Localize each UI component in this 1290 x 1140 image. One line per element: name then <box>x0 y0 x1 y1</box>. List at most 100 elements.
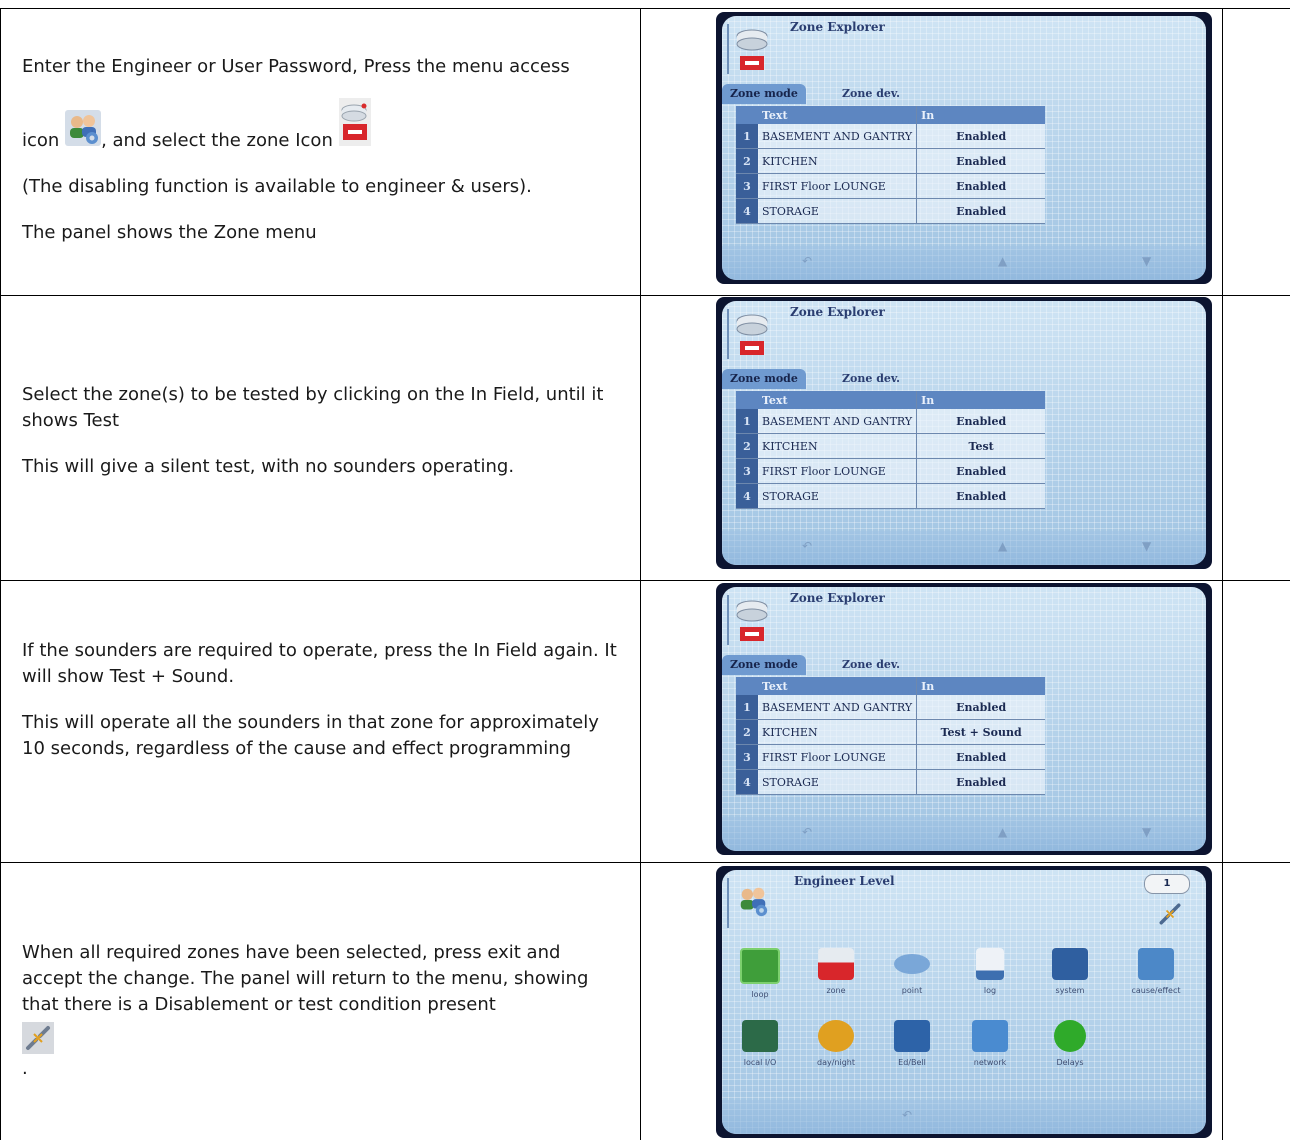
cause-effect-icon <box>1138 948 1174 980</box>
row-4-text: When all required zones have been select… <box>22 940 622 1079</box>
table-border-left <box>0 8 1 1140</box>
in-field[interactable]: Enabled <box>916 198 1046 224</box>
table-row[interactable]: 3 FIRST Floor LOUNGE Enabled <box>736 173 1046 199</box>
tab-zone-dev[interactable]: Zone dev. <box>834 84 908 104</box>
in-field[interactable]: Enabled <box>916 458 1046 484</box>
scroll-up-icon[interactable]: ▲ <box>998 825 1007 839</box>
zone-number: 4 <box>736 198 758 224</box>
in-field[interactable]: Enabled <box>916 409 1046 434</box>
column-header-in: In <box>916 106 1046 124</box>
in-field[interactable]: Enabled <box>916 173 1046 199</box>
menu-item-label: cause/effect <box>1131 986 1181 995</box>
menu-item-delays[interactable]: Delays <box>1040 1020 1100 1067</box>
table-row[interactable]: 1 BASEMENT AND GANTRY Enabled <box>736 409 1046 434</box>
back-icon[interactable]: ↶ <box>802 825 812 839</box>
zone-name: FIRST Floor LOUNGE <box>758 173 917 199</box>
log-icon <box>976 948 1004 980</box>
in-field[interactable]: Enabled <box>916 769 1046 795</box>
divider <box>727 309 729 359</box>
zone-table: Text In 1 BASEMENT AND GANTRY Enabled 2 KITC… <box>736 106 1046 224</box>
in-field[interactable]: Enabled <box>916 124 1046 149</box>
menu-item-log[interactable]: log <box>960 948 1020 995</box>
zone-number: 2 <box>736 433 758 459</box>
zone-name: KITCHEN <box>758 719 917 745</box>
paragraph: When all required zones have been select… <box>22 940 622 1018</box>
menu-item-local-io[interactable]: local I/O <box>730 1020 790 1067</box>
text: The panel shows the Zone menu <box>22 222 317 243</box>
row-1-text: Enter the Engineer or User Password, Pre… <box>22 54 622 246</box>
table-row[interactable]: 4 STORAGE Enabled <box>736 198 1046 224</box>
table-row[interactable]: 1 BASEMENT AND GANTRY Enabled <box>736 695 1046 720</box>
tab-zone-dev[interactable]: Zone dev. <box>834 655 908 675</box>
in-field[interactable]: Enabled <box>916 695 1046 720</box>
zone-number: 1 <box>736 409 758 434</box>
column-header-text: Text <box>758 106 917 124</box>
in-field[interactable]: Test + Sound <box>916 719 1046 745</box>
paragraph: (The disabling function is available to … <box>22 174 622 200</box>
table-row[interactable]: 2 KITCHEN Enabled <box>736 148 1046 174</box>
in-field[interactable]: Enabled <box>916 148 1046 174</box>
softkey-bar: ↶ ▲ ▼ <box>722 246 1206 280</box>
zone-explorer-screen-3: Zone Explorer Zone mode Zone dev. Text In… <box>716 583 1212 855</box>
menu-item-ed-bell[interactable]: Ed/Bell <box>882 1020 942 1067</box>
zone-table: Text In 1 BASEMENT AND GANTRY Enabled 2 KITC… <box>736 391 1046 509</box>
zone-name: KITCHEN <box>758 148 917 174</box>
paragraph: icon , and select the zone Icon <box>22 98 622 154</box>
delays-icon <box>1054 1020 1086 1052</box>
table-row[interactable]: 3 FIRST Floor LOUNGE Enabled <box>736 744 1046 770</box>
zone-icon <box>736 600 768 641</box>
table-border-top <box>0 8 1290 9</box>
text: (The disabling function is available to … <box>22 176 532 197</box>
scroll-down-icon[interactable]: ▼ <box>1142 825 1151 839</box>
zone-icon <box>736 314 768 355</box>
zone-number: 4 <box>736 769 758 795</box>
in-field[interactable]: Enabled <box>916 744 1046 770</box>
tab-zone-dev[interactable]: Zone dev. <box>834 369 908 389</box>
scroll-up-icon[interactable]: ▲ <box>998 254 1007 268</box>
table-row[interactable]: 4 STORAGE Enabled <box>736 769 1046 795</box>
table-row[interactable]: 4 STORAGE Enabled <box>736 483 1046 509</box>
zone-name: BASEMENT AND GANTRY <box>758 409 917 434</box>
scroll-up-icon[interactable]: ▲ <box>998 539 1007 553</box>
screen: Engineer Level 1 loop zone point log sys… <box>722 870 1206 1134</box>
menu-access-icon <box>65 110 102 154</box>
zone-number: 2 <box>736 148 758 174</box>
menu-item-network[interactable]: network <box>960 1020 1020 1067</box>
menu-item-system[interactable]: system <box>1040 948 1100 995</box>
menu-item-day-night[interactable]: day/night <box>806 1020 866 1067</box>
zone-icon <box>338 98 371 154</box>
scroll-down-icon[interactable]: ▼ <box>1142 539 1151 553</box>
table-row[interactable]: 2 KITCHEN Test + Sound <box>736 719 1046 745</box>
column-header-in: In <box>916 391 1046 409</box>
table-row[interactable]: 1 BASEMENT AND GANTRY Enabled <box>736 124 1046 149</box>
softkey-bar: ↶ ▲ ▼ <box>722 531 1206 565</box>
scroll-down-icon[interactable]: ▼ <box>1142 254 1151 268</box>
menu-item-label: loop <box>751 990 769 999</box>
menu-item-label: zone <box>826 986 846 995</box>
menu-item-point[interactable]: point <box>882 948 942 995</box>
text: This will give a silent test, with no so… <box>22 456 515 477</box>
back-icon[interactable]: ↶ <box>802 539 812 553</box>
paragraph: If the sounders are required to operate,… <box>22 638 622 690</box>
in-field[interactable]: Enabled <box>916 483 1046 509</box>
softkey-bar: ↶ ▲ ▼ <box>722 817 1206 851</box>
table-row[interactable]: 2 KITCHEN Test <box>736 433 1046 459</box>
menu-item-loop[interactable]: loop <box>730 948 790 999</box>
system-icon <box>1052 948 1088 980</box>
screen-title: Zone Explorer <box>790 305 885 319</box>
menu-item-cause-effect[interactable]: cause/effect <box>1126 948 1186 995</box>
back-icon[interactable]: ↶ <box>902 1108 912 1122</box>
status-badge: 1 <box>1144 874 1190 894</box>
menu-item-zone[interactable]: zone <box>806 948 866 995</box>
in-field[interactable]: Test <box>916 433 1046 459</box>
tab-zone-mode[interactable]: Zone mode <box>722 84 806 104</box>
paragraph: The panel shows the Zone menu <box>22 220 622 246</box>
table-row[interactable]: 3 FIRST Floor LOUNGE Enabled <box>736 458 1046 484</box>
tab-zone-mode[interactable]: Zone mode <box>722 369 806 389</box>
text: , and select the zone Icon <box>101 130 333 151</box>
disablement-icon[interactable] <box>1156 900 1184 928</box>
menu-item-label: day/night <box>817 1058 855 1067</box>
zone-name: FIRST Floor LOUNGE <box>758 458 917 484</box>
tab-zone-mode[interactable]: Zone mode <box>722 655 806 675</box>
back-icon[interactable]: ↶ <box>802 254 812 268</box>
